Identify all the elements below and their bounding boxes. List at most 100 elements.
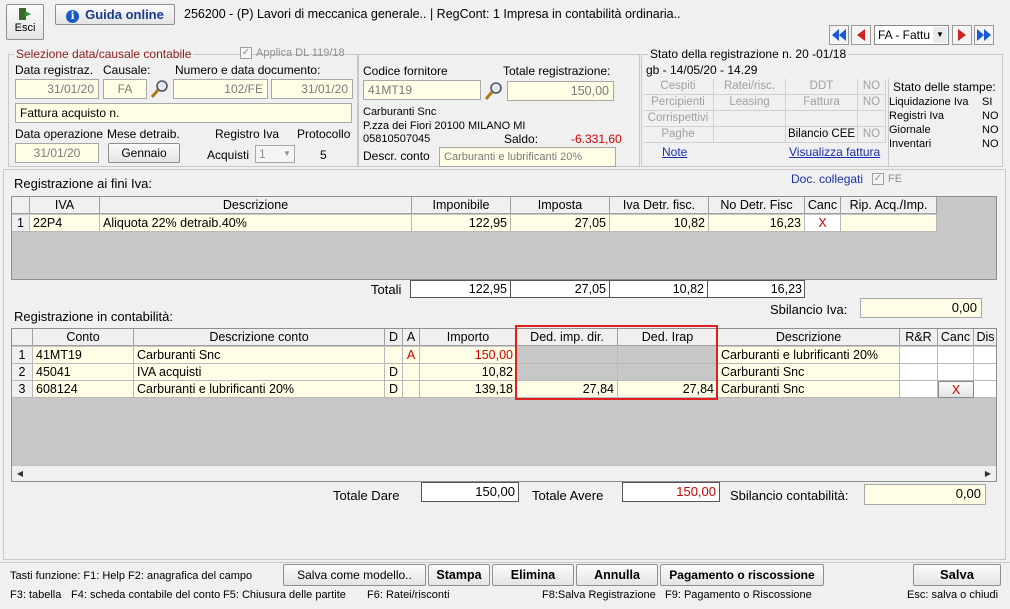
save-model-button[interactable]: Salva come modello..: [283, 564, 426, 586]
status-subtitle: gb - 14/05/20 - 14.29: [646, 63, 758, 77]
payment-button[interactable]: Pagamento o riscossione: [660, 564, 824, 586]
applica-checkbox[interactable]: ✓: [240, 47, 252, 59]
date-field[interactable]: 31/01/20: [15, 79, 99, 99]
accounting-cell: 41MT19: [33, 347, 134, 364]
print-status-value: NO: [982, 138, 999, 150]
accounting-cell[interactable]: X: [938, 381, 974, 398]
exit-icon: [18, 7, 32, 21]
accounting-cell: 150,00: [420, 347, 517, 364]
status-cell: Bilancio CEE: [786, 127, 858, 143]
causale-select[interactable]: FA - Fattu ▼: [874, 25, 949, 45]
scroll-left-icon[interactable]: ◀: [14, 468, 26, 480]
account-field[interactable]: Carburanti e lubrificanti 20%: [439, 147, 616, 167]
supplier-vat: 05810507045: [363, 133, 431, 145]
status-cell: DDT: [786, 79, 858, 95]
doc-number-field[interactable]: 102/FE: [173, 79, 268, 99]
causale-field[interactable]: FA: [103, 79, 147, 99]
register-type: Acquisti: [207, 148, 250, 162]
last-record-button[interactable]: [974, 25, 994, 45]
iva-total-detr: 10,82: [672, 282, 704, 296]
status-cell: Fattura: [786, 95, 858, 111]
protocol-value: 5: [320, 148, 327, 162]
iva-imbalance-field[interactable]: 0,00: [860, 298, 982, 318]
supplier-code-field[interactable]: 41MT19: [363, 80, 481, 100]
accounting-cell: [974, 347, 996, 364]
op-date-field[interactable]: 31/01/20: [15, 143, 99, 163]
delete-button[interactable]: Elimina: [492, 564, 574, 586]
month-label: Mese detraib.: [107, 127, 180, 141]
supplier-code-label: Codice fornitore: [363, 64, 448, 78]
causale-select-value: FA - Fattu: [878, 28, 931, 42]
accounting-imbalance-field[interactable]: 0,00: [864, 484, 986, 505]
first-record-button[interactable]: [829, 25, 849, 45]
window-title: 256200 - (P) Lavori di meccanica general…: [184, 7, 681, 21]
total-label: Totale registrazione:: [503, 64, 611, 78]
accounting-title: Registrazione in contabilità:: [14, 309, 173, 324]
status-cell: Ratei/risc.: [714, 79, 786, 95]
key-f6: F6: Ratei/risconti: [367, 589, 450, 601]
key-f4: F4: scheda contabile del conto: [71, 589, 221, 601]
scroll-right-icon[interactable]: ▶: [982, 468, 994, 480]
iva-cell[interactable]: X: [805, 215, 841, 232]
accounting-header-cell: Canc: [938, 329, 974, 346]
accounting-cell: [900, 381, 938, 398]
account-label: Descr. conto: [363, 149, 430, 163]
iva-totals-divider-2: [609, 280, 610, 298]
next-record-button[interactable]: [952, 25, 972, 45]
accounting-cell: 2: [12, 364, 33, 381]
exit-label: Esci: [14, 22, 36, 34]
key-f8: F8:Salva Registrazione: [542, 589, 656, 601]
total-field[interactable]: 150,00: [507, 81, 614, 101]
register-label: Registro Iva: [215, 127, 280, 141]
accounting-cell: Carburanti e lubrificanti 20%: [718, 347, 900, 364]
accounting-cell: 45041: [33, 364, 134, 381]
note-link[interactable]: Note: [662, 145, 687, 159]
view-invoice-link[interactable]: Visualizza fattura: [789, 145, 880, 159]
status-cell: NO: [858, 95, 886, 111]
register-select[interactable]: 1 ▼: [255, 145, 295, 163]
doc-date-field[interactable]: 31/01/20: [271, 79, 353, 99]
save-button[interactable]: Salva: [913, 564, 1001, 586]
status-cell: NO: [858, 79, 886, 95]
next-icon: [958, 29, 966, 41]
last-icon: [977, 29, 991, 41]
fe-checkbox[interactable]: ✓: [872, 173, 884, 185]
accounting-cell: 608124: [33, 381, 134, 398]
print-status-value: NO: [982, 124, 999, 136]
iva-grid[interactable]: IVA Descrizione Imponibile Imposta Iva Detr.…: [11, 196, 997, 280]
cancel-button[interactable]: Annulla: [576, 564, 658, 586]
status-cell: Paghe: [643, 127, 714, 143]
accounting-cell: [974, 381, 996, 398]
accounting-cell[interactable]: [938, 364, 974, 381]
print-button[interactable]: Stampa: [428, 564, 490, 586]
accounting-cell: Carburanti Snc: [718, 381, 900, 398]
horizontal-scrollbar[interactable]: ◀ ▶: [12, 465, 996, 481]
accounting-header-cell: Conto: [33, 329, 134, 346]
iva-header-cell: Imponibile: [412, 197, 511, 214]
print-status-title: Stato delle stampe:: [893, 80, 996, 94]
register-chevron-icon: ▼: [283, 149, 291, 158]
register-select-value: 1: [259, 147, 266, 161]
accounting-cell[interactable]: [938, 347, 974, 364]
accounting-cell: [900, 347, 938, 364]
avere-label: Totale Avere: [532, 488, 604, 503]
iva-header-cell: Canc: [805, 197, 841, 214]
description-field[interactable]: Fattura acquisto n.: [15, 103, 352, 123]
causale-search-icon[interactable]: [150, 79, 170, 99]
dare-value: 150,00: [475, 484, 515, 499]
online-guide-button[interactable]: i Guida online: [55, 4, 175, 25]
status-cell: Cespiti: [643, 79, 714, 95]
previous-record-button[interactable]: [851, 25, 871, 45]
iva-totals-label: Totali: [371, 282, 402, 297]
accounting-cell: 10,82: [420, 364, 517, 381]
accounting-header-cell: D: [385, 329, 403, 346]
print-status-value: NO: [982, 110, 999, 122]
exit-button[interactable]: Esci: [6, 4, 44, 40]
accounting-grid[interactable]: Conto Descrizione conto D A Importo Ded. imp.…: [11, 328, 997, 482]
key-f3: F3: tabella: [10, 589, 62, 601]
supplier-search-icon[interactable]: [484, 81, 504, 101]
accounting-cell: A: [403, 347, 420, 364]
iva-imbalance-label: Sbilancio Iva:: [770, 302, 848, 317]
iva-header-cell: [12, 197, 30, 214]
month-button[interactable]: Gennaio: [108, 143, 180, 163]
